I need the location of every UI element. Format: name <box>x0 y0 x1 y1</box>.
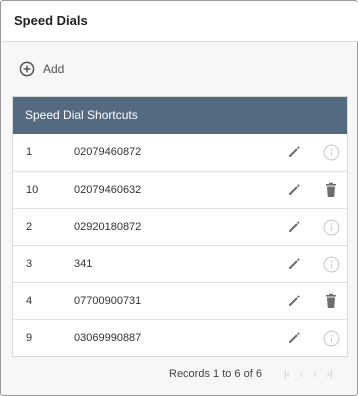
speed-dial-number: 02079460632 <box>74 184 142 196</box>
speed-dial-id: 2 <box>26 221 33 233</box>
table-row: 4 07700900731 <box>13 282 347 319</box>
pencil-icon[interactable] <box>287 294 301 311</box>
table-header: Speed Dial Shortcuts <box>13 97 347 134</box>
info-icon <box>323 330 340 350</box>
speed-dial-id: 10 <box>26 184 39 196</box>
prev-page-button[interactable]: ‹ <box>300 369 303 380</box>
trash-icon[interactable] <box>324 182 338 201</box>
speed-dial-id: 9 <box>26 332 33 344</box>
add-label: Add <box>43 62 65 76</box>
speed-dial-id: 4 <box>26 295 33 307</box>
speed-dial-number: 07700900731 <box>74 295 142 307</box>
info-icon <box>323 144 340 164</box>
last-page-button[interactable]: ›| <box>327 369 333 380</box>
page-title: Speed Dials <box>14 13 88 28</box>
table-row: 2 02920180872 <box>13 208 347 245</box>
table-row: 10 02079460632 <box>13 171 347 208</box>
next-page-button[interactable]: › <box>313 369 316 380</box>
trash-icon[interactable] <box>324 293 338 312</box>
speed-dial-number: 341 <box>74 258 93 270</box>
speed-dial-id: 1 <box>26 146 33 158</box>
info-icon <box>323 256 340 276</box>
pencil-icon[interactable] <box>287 331 301 348</box>
pencil-icon[interactable] <box>287 220 301 237</box>
info-icon <box>323 219 340 239</box>
table-row: 9 03069990887 <box>13 319 347 356</box>
speed-dial-number: 03069990887 <box>74 332 142 344</box>
add-button[interactable]: Add <box>19 59 64 79</box>
speed-dials-panel: Speed Dials Add Speed Dial Shortcuts 1 02… <box>0 0 358 396</box>
speed-dial-id: 3 <box>26 258 33 270</box>
speed-dial-table: Speed Dial Shortcuts 1 02079460872 10 02079… <box>12 96 348 357</box>
records-count: Records 1 to 6 of 6 <box>169 368 262 380</box>
table-row: 1 02079460872 <box>13 134 347 171</box>
panel-header: Speed Dials <box>2 2 358 42</box>
first-page-button[interactable]: |‹ <box>284 369 290 380</box>
plus-circle-icon <box>19 61 35 77</box>
pencil-icon[interactable] <box>287 145 301 162</box>
speed-dial-number: 02079460872 <box>74 146 142 158</box>
pagination: Records 1 to 6 of 6 |‹ ‹ › ›| <box>169 366 333 382</box>
pencil-icon[interactable] <box>287 257 301 274</box>
pencil-icon[interactable] <box>287 183 301 200</box>
speed-dial-number: 02920180872 <box>74 221 142 233</box>
table-row: 3 341 <box>13 245 347 282</box>
